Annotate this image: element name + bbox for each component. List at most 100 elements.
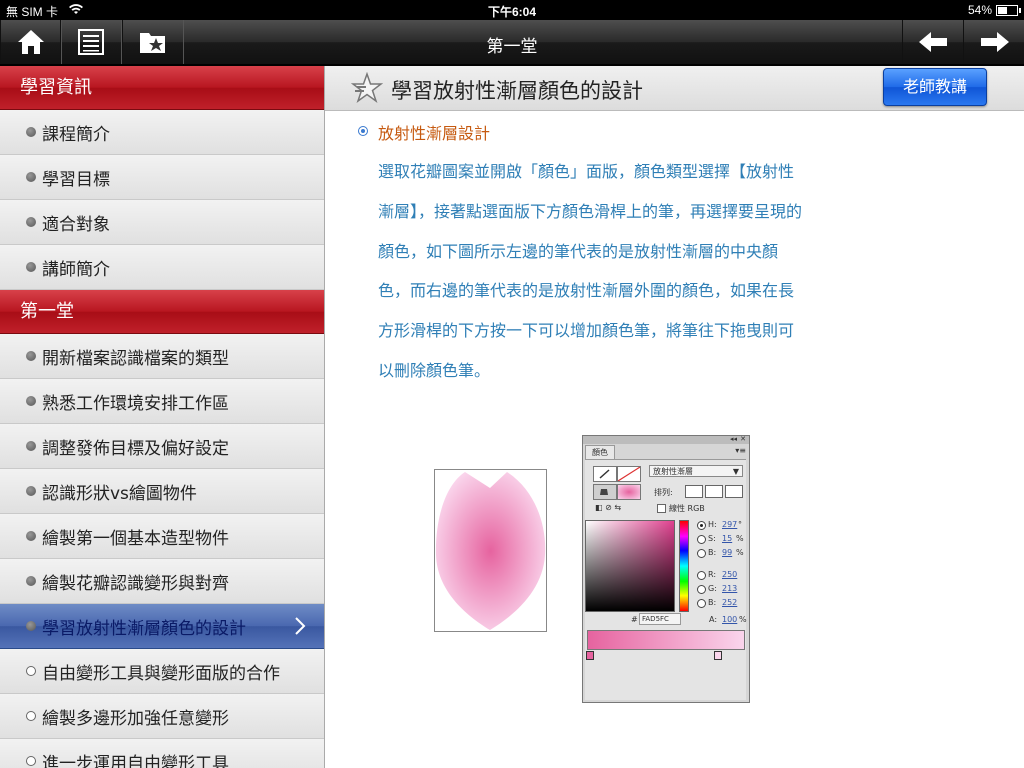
- sidebar-item-label: 自由變形工具與變形面版的合作: [42, 663, 280, 684]
- bullet-dot: [26, 621, 36, 631]
- stroke-none-swatch[interactable]: [617, 466, 641, 482]
- alpha-unit: %: [739, 615, 747, 624]
- color-panel-body: 放射性漸層 ▼ 排列: ◧ ⊘ ⇆ 線性 RGB H: 297 ° S: 15 %…: [585, 459, 747, 700]
- hue-slider[interactable]: [679, 520, 689, 612]
- blue-radio[interactable]: [697, 599, 706, 608]
- battery-icon: [996, 5, 1021, 16]
- b-radio[interactable]: [697, 549, 706, 558]
- toolbar-title: 第一堂: [486, 37, 538, 57]
- back-button[interactable]: [902, 20, 964, 64]
- page-title: 學習放射性漸層顏色的設計: [391, 79, 643, 103]
- blue-value[interactable]: 252: [722, 598, 737, 607]
- bullet-dot: [26, 127, 36, 137]
- sidebar-item-label: 開新檔案認識檔案的類型: [42, 348, 229, 369]
- radio-bullet-icon: [358, 126, 368, 136]
- top-toolbar: 第一堂: [0, 20, 1024, 66]
- sidebar-item[interactable]: 講師簡介: [0, 245, 324, 290]
- sidebar-item[interactable]: 開新檔案認識檔案的類型: [0, 334, 324, 379]
- bullet-dot: [26, 531, 36, 541]
- arrow-right-icon: [979, 30, 1011, 54]
- sidebar-item-label: 繪製花瓣認識變形與對齊: [42, 573, 229, 594]
- h-value[interactable]: 297: [722, 520, 737, 529]
- alpha-value[interactable]: 100: [722, 615, 737, 624]
- color-type-value: 放射性漸層: [653, 467, 693, 476]
- sidebar-item[interactable]: 適合對象: [0, 200, 324, 245]
- sidebar-item-label: 繪製多邊形加強任意變形: [42, 708, 229, 729]
- sidebar-item[interactable]: 學習目標: [0, 155, 324, 200]
- section-header: 第一堂: [0, 290, 324, 334]
- chevron-right-icon: [294, 617, 306, 639]
- sidebar-item-label: 適合對象: [42, 214, 110, 235]
- h-radio[interactable]: [697, 521, 706, 530]
- sidebar: 學習資訊 課程簡介 學習目標 適合對象 講師簡介 第一堂 開新檔案認識檔案的類型…: [0, 66, 325, 768]
- b-label: B:: [708, 548, 717, 557]
- bullet-circle: [26, 666, 36, 676]
- bullet-dot: [26, 351, 36, 361]
- sidebar-item[interactable]: 自由變形工具與變形面版的合作: [0, 649, 324, 694]
- overflow-reflect-icon[interactable]: [705, 485, 723, 498]
- sidebar-item[interactable]: 繪製第一個基本造型物件: [0, 514, 324, 559]
- bullet-dot: [26, 576, 36, 586]
- linear-rgb-label: 線性 RGB: [669, 504, 705, 513]
- sidebar-item-label: 講師簡介: [42, 259, 110, 280]
- alpha-label: A:: [709, 615, 718, 624]
- color-type-select[interactable]: 放射性漸層 ▼: [649, 465, 743, 477]
- h-unit: °: [738, 520, 742, 529]
- fill-color-swatch[interactable]: [617, 484, 641, 500]
- gradient-stop-right-icon[interactable]: [714, 651, 722, 660]
- g-value[interactable]: 213: [722, 584, 737, 593]
- overflow-extend-icon[interactable]: [685, 485, 703, 498]
- content-header: 學習放射性漸層顏色的設計 老師教講: [325, 66, 1024, 111]
- hex-input[interactable]: FAD5FC: [639, 613, 681, 625]
- collapse-icon[interactable]: ◂◂: [730, 435, 737, 443]
- g-label: G:: [708, 584, 717, 593]
- bullet-dot: [26, 262, 36, 272]
- tab-color[interactable]: 顏色: [585, 445, 615, 460]
- clock: 下午6:04: [487, 5, 537, 19]
- b-value[interactable]: 99: [722, 548, 732, 557]
- r-radio[interactable]: [697, 571, 706, 580]
- fill-bucket-swatch[interactable]: [593, 484, 617, 500]
- sidebar-item[interactable]: 進一步運用自由變形工具: [0, 739, 324, 768]
- r-value[interactable]: 250: [722, 570, 737, 579]
- bullet-circle: [26, 711, 36, 721]
- sidebar-item[interactable]: 認識形狀vs繪圖物件: [0, 469, 324, 514]
- sidebar-item-label: 學習目標: [42, 169, 110, 190]
- bullet-dot: [26, 172, 36, 182]
- gradient-stop-left-icon[interactable]: [586, 651, 594, 660]
- arrow-left-icon: [917, 30, 949, 54]
- sidebar-item[interactable]: 繪製多邊形加強任意變形: [0, 694, 324, 739]
- none-slash-icon: [617, 466, 641, 482]
- battery-percent: 54%: [967, 3, 992, 17]
- g-radio[interactable]: [697, 585, 706, 594]
- paint-bucket-icon: [600, 489, 608, 495]
- s-unit: %: [736, 534, 744, 543]
- sidebar-item[interactable]: 調整發佈目標及偏好設定: [0, 424, 324, 469]
- stroke-color-swatch[interactable]: [593, 466, 617, 482]
- s-radio[interactable]: [697, 535, 706, 544]
- sidebar-item[interactable]: 熟悉工作環境安排工作區: [0, 379, 324, 424]
- sidebar-item-label: 調整發佈目標及偏好設定: [42, 438, 229, 459]
- close-icon[interactable]: ✕: [740, 435, 746, 443]
- gradient-bar[interactable]: [587, 630, 745, 650]
- sidebar-item[interactable]: 繪製花瓣認識變形與對齊: [0, 559, 324, 604]
- sidebar-item[interactable]: 課程簡介: [0, 110, 324, 155]
- bullet-dot: [26, 396, 36, 406]
- forward-button[interactable]: [963, 20, 1024, 64]
- swap-colors-icon[interactable]: ◧ ⊘ ⇆: [595, 503, 621, 512]
- hex-label: #: [631, 615, 638, 624]
- s-value[interactable]: 15: [722, 534, 732, 543]
- pencil-icon: [599, 469, 610, 479]
- bullet-dot: [26, 217, 36, 227]
- teacher-lecture-button[interactable]: 老師教講: [883, 68, 987, 106]
- section-subheading: 放射性漸層設計: [378, 124, 491, 143]
- panel-menu-icon[interactable]: ▾≡: [735, 446, 746, 455]
- b-unit: %: [736, 548, 744, 557]
- linear-rgb-checkbox[interactable]: [657, 504, 666, 513]
- panel-titlebar: ◂◂ ✕: [583, 435, 749, 444]
- overflow-repeat-icon[interactable]: [725, 485, 743, 498]
- blue-label: B:: [708, 598, 717, 607]
- sidebar-item-active[interactable]: 學習放射性漸層顏色的設計: [0, 604, 324, 649]
- status-bar: 無 SIM 卡 下午6:04 54%: [0, 0, 1024, 20]
- saturation-brightness-picker[interactable]: [585, 520, 675, 612]
